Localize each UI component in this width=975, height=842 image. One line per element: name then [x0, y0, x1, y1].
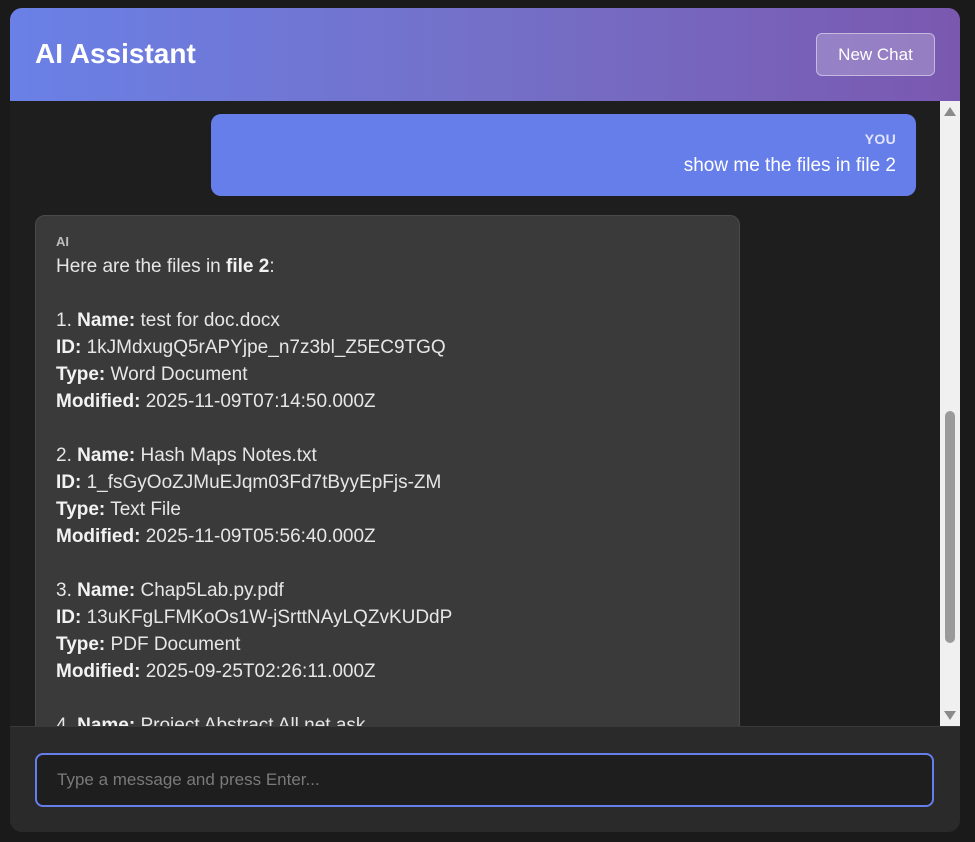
- file-id: 1_fsGyOoZJMuEJqm03Fd7tByyEpFjs-ZM: [86, 472, 442, 493]
- user-message: YOU show me the files in file 2: [211, 114, 916, 196]
- file-type: Text File: [110, 499, 181, 520]
- file-entry: 4. Name: Project Abstract All.net.ask: [56, 712, 719, 726]
- app-title: AI Assistant: [35, 38, 196, 69]
- file-modified: 2025-09-25T02:26:11.000Z: [145, 661, 376, 682]
- file-type: PDF Document: [110, 634, 241, 655]
- file-entry: 3. Name: Chap5Lab.py.pdf ID: 13uKFgLFMKo…: [56, 580, 453, 682]
- ai-intro: Here are the files in file 2:: [56, 256, 275, 277]
- file-name: test for doc.docx: [140, 310, 280, 331]
- scrollbar-thumb[interactable]: [945, 411, 955, 643]
- scroll-up-arrow-icon[interactable]: [944, 107, 956, 116]
- message-input[interactable]: [35, 753, 934, 807]
- ai-message-body: Here are the files in file 2: 1. Name: t…: [56, 253, 719, 726]
- scroll-down-arrow-icon[interactable]: [944, 711, 956, 720]
- ai-role-label: AI: [56, 234, 69, 249]
- message-scrollbar[interactable]: [940, 101, 960, 726]
- file-type: Word Document: [110, 364, 248, 385]
- file-id: 1kJMdxugQ5rAPYjpe_n7z3bl_Z5EC9TGQ: [86, 337, 446, 358]
- message-list[interactable]: YOU show me the files in file 2 AI Here …: [10, 101, 940, 726]
- app-header: AI Assistant New Chat: [10, 8, 960, 101]
- new-chat-button[interactable]: New Chat: [816, 33, 935, 76]
- composer: [10, 726, 960, 832]
- file-id: 13uKFgLFMKoOs1W-jSrttNAyLQZvKUDdP: [86, 607, 453, 628]
- file-modified: 2025-11-09T05:56:40.000Z: [145, 526, 376, 547]
- file-modified: 2025-11-09T07:14:50.000Z: [145, 391, 376, 412]
- chat-window: AI Assistant New Chat YOU show me the fi…: [10, 8, 960, 832]
- file-name: Project Abstract All.net.ask: [140, 715, 366, 726]
- ai-message: AI Here are the files in file 2: 1. Name…: [35, 215, 740, 726]
- file-entry: 1. Name: test for doc.docx ID: 1kJMdxugQ…: [56, 310, 446, 412]
- file-name: Chap5Lab.py.pdf: [140, 580, 284, 601]
- file-name: Hash Maps Notes.txt: [140, 445, 317, 466]
- user-role-label: YOU: [864, 131, 896, 147]
- file-entry: 2. Name: Hash Maps Notes.txt ID: 1_fsGyO…: [56, 445, 442, 547]
- user-message-text: show me the files in file 2: [683, 155, 896, 176]
